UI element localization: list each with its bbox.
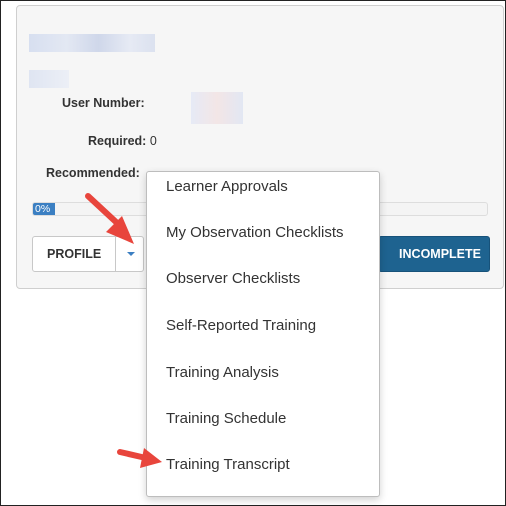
- menu-item-training-schedule[interactable]: Training Schedule: [147, 406, 379, 452]
- incomplete-button[interactable]: INCOMPLETE: [378, 236, 490, 272]
- required-row: Required: 0: [88, 134, 157, 148]
- redacted-user-number: [191, 92, 243, 124]
- progress-label: 0%: [35, 203, 51, 215]
- menu-item-training-analysis[interactable]: Training Analysis: [147, 360, 379, 406]
- menu-item-self-reported-training[interactable]: Self-Reported Training: [147, 313, 379, 359]
- chevron-down-icon: [126, 252, 135, 256]
- menu-item-learner-approvals[interactable]: Learner Approvals: [147, 174, 379, 220]
- profile-button-group: PROFILE: [32, 236, 144, 272]
- recommended-label: Recommended:: [46, 166, 140, 180]
- user-number-label: User Number:: [62, 96, 145, 110]
- menu-item-training-transcript[interactable]: Training Transcript: [147, 452, 379, 498]
- required-value: 0: [149, 134, 157, 148]
- menu-item-observer-checklists[interactable]: Observer Checklists: [147, 266, 379, 312]
- profile-button[interactable]: PROFILE: [32, 236, 116, 272]
- progress-fill: 0%: [33, 203, 55, 215]
- profile-dropdown-menu: Learner Approvals My Observation Checkli…: [146, 171, 380, 497]
- profile-dropdown-toggle[interactable]: [116, 236, 144, 272]
- recommended-row: Recommended:: [46, 166, 140, 180]
- user-number-row: User Number:: [62, 96, 145, 110]
- redacted-user-subtitle: [29, 70, 69, 88]
- redacted-user-name: [29, 34, 155, 52]
- menu-item-my-observation-checklists[interactable]: My Observation Checklists: [147, 220, 379, 266]
- required-label: Required:: [88, 134, 147, 148]
